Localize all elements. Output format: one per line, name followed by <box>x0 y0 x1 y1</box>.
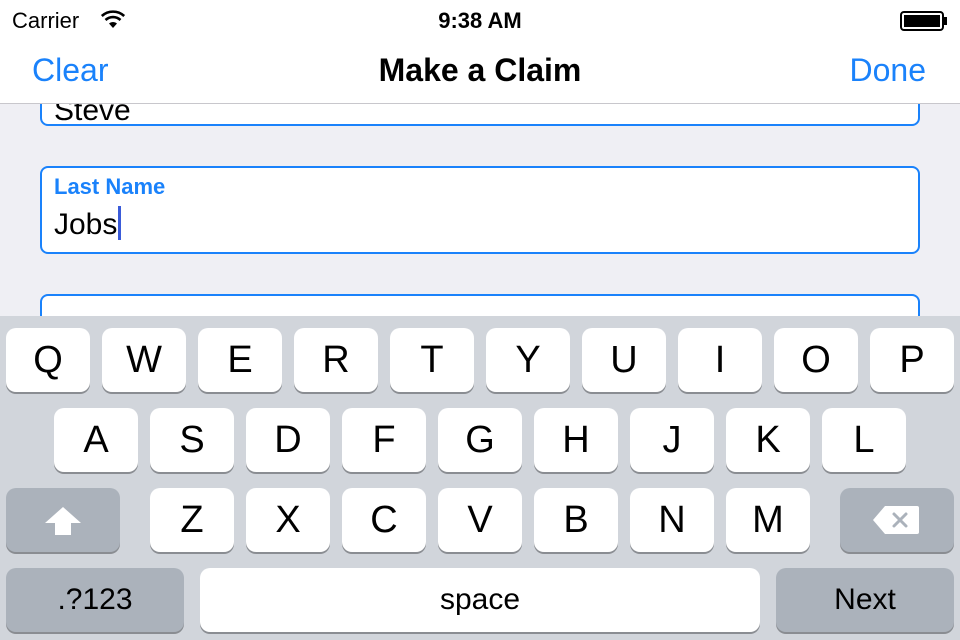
last-name-value-wrap: Jobs <box>54 206 122 242</box>
page-title: Make a Claim <box>378 52 582 88</box>
navigation-bar: Clear Make a Claim Done <box>0 40 960 104</box>
key-g[interactable]: G <box>438 408 522 472</box>
done-button[interactable]: Done <box>850 52 927 89</box>
key-u[interactable]: U <box>582 328 666 392</box>
key-p[interactable]: P <box>870 328 954 392</box>
key-d[interactable]: D <box>246 408 330 472</box>
key-j[interactable]: J <box>630 408 714 472</box>
key-w[interactable]: W <box>102 328 186 392</box>
key-y[interactable]: Y <box>486 328 570 392</box>
delete-backspace-icon <box>873 506 919 534</box>
space-key[interactable]: space <box>200 568 760 632</box>
key-q[interactable]: Q <box>6 328 90 392</box>
delete-key[interactable] <box>840 488 954 552</box>
key-m[interactable]: M <box>726 488 810 552</box>
key-n[interactable]: N <box>630 488 714 552</box>
key-c[interactable]: C <box>342 488 426 552</box>
next-key[interactable]: Next <box>776 568 954 632</box>
key-s[interactable]: S <box>150 408 234 472</box>
last-name-value: Jobs <box>54 208 118 241</box>
next-field[interactable] <box>40 294 920 316</box>
key-t[interactable]: T <box>390 328 474 392</box>
status-time: 9:38 AM <box>438 8 522 33</box>
key-l[interactable]: L <box>822 408 906 472</box>
key-i[interactable]: I <box>678 328 762 392</box>
last-name-field[interactable]: Last Name Jobs <box>40 166 920 254</box>
key-f[interactable]: F <box>342 408 426 472</box>
key-e[interactable]: E <box>198 328 282 392</box>
keyboard: Q W E R T Y U I O P A S D F G H J K L Z … <box>0 316 960 640</box>
key-z[interactable]: Z <box>150 488 234 552</box>
first-name-field[interactable]: Steve <box>40 104 920 126</box>
shift-icon <box>45 507 81 535</box>
key-a[interactable]: A <box>54 408 138 472</box>
form-scroll-area[interactable]: Steve Last Name Jobs <box>0 104 960 316</box>
key-r[interactable]: R <box>294 328 378 392</box>
shift-key[interactable] <box>6 488 120 552</box>
numbers-mode-key[interactable]: .?123 <box>6 568 184 632</box>
key-k[interactable]: K <box>726 408 810 472</box>
key-h[interactable]: H <box>534 408 618 472</box>
text-cursor <box>118 206 122 240</box>
key-o[interactable]: O <box>774 328 858 392</box>
key-v[interactable]: V <box>438 488 522 552</box>
key-b[interactable]: B <box>534 488 618 552</box>
status-bar: Carrier 9:38 AM <box>0 0 960 40</box>
key-x[interactable]: X <box>246 488 330 552</box>
battery-icon <box>900 11 947 31</box>
first-name-value: Steve <box>54 104 131 126</box>
last-name-label: Last Name <box>54 174 166 199</box>
